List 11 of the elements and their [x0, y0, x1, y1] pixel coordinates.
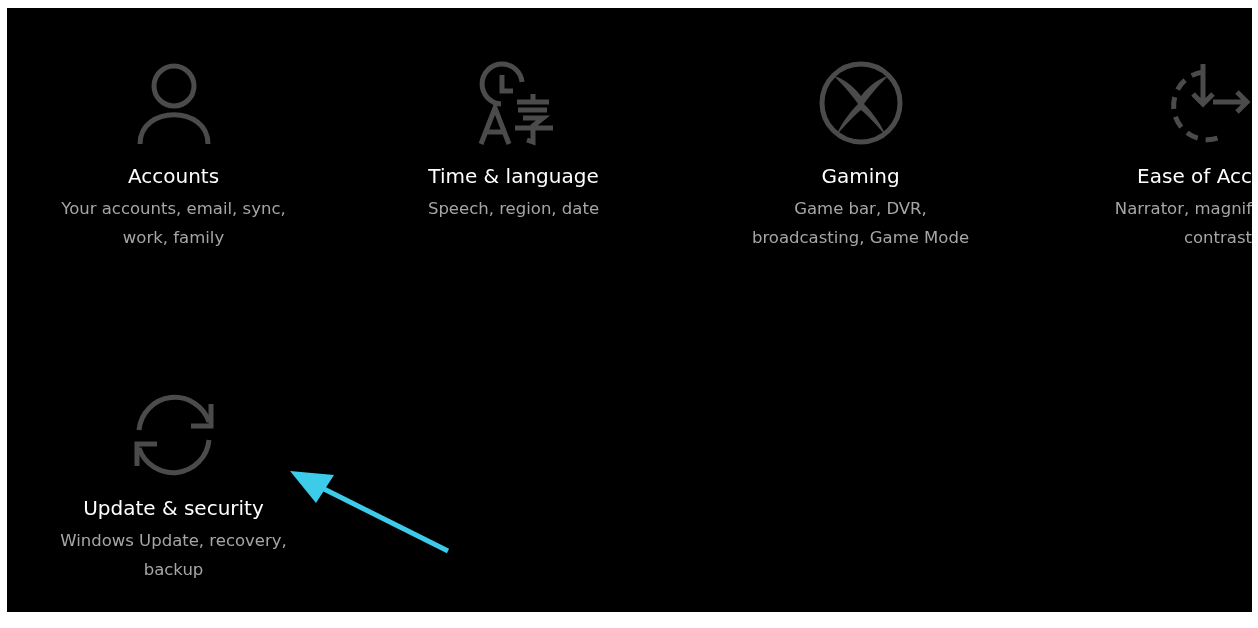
tile-description: Windows Update, recovery, backup	[60, 530, 287, 581]
tile-title[interactable]: Ease of Acc	[1137, 164, 1252, 188]
tile-description: Speech, region, date	[427, 198, 600, 220]
tile-description: Narrator, magnif contrast	[1114, 198, 1252, 249]
xbox-logo-icon	[817, 60, 904, 146]
tile-description: Your accounts, email, sync, work, family	[61, 198, 286, 249]
tile-title[interactable]: Gaming	[821, 164, 900, 188]
tile-description: Game bar, DVR, broadcasting, Game Mode	[751, 198, 970, 249]
tile-title[interactable]: Update & security	[83, 496, 264, 520]
tile-title[interactable]: Time & language	[428, 164, 599, 188]
tile-title[interactable]: Accounts	[127, 164, 220, 188]
